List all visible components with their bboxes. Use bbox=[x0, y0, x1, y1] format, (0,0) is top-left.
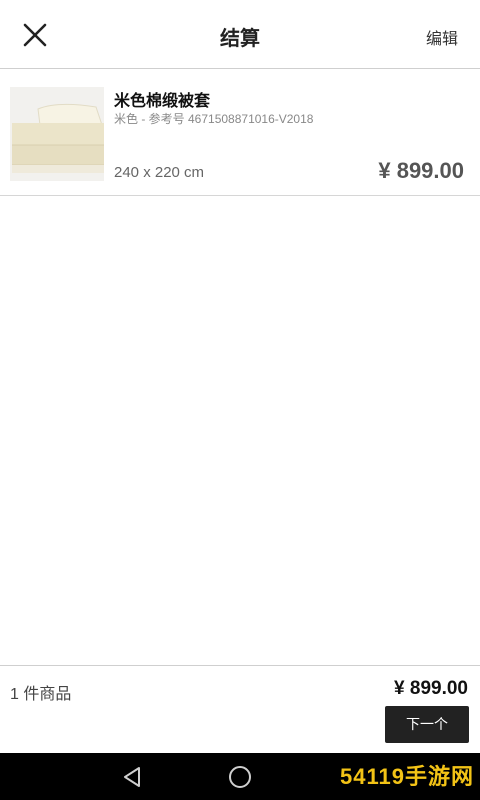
system-nav-bar: 54119手游网 bbox=[0, 753, 480, 800]
product-size: 240 x 220 cm bbox=[114, 164, 205, 181]
home-button[interactable] bbox=[227, 764, 253, 790]
checkout-footer: 1 件商品 ¥ 899.00 下一个 bbox=[0, 665, 480, 753]
next-button[interactable]: 下一个 bbox=[385, 706, 469, 743]
edit-button[interactable]: 编辑 bbox=[426, 25, 458, 49]
top-bar: 结算 编辑 bbox=[0, 0, 480, 69]
item-count: 1 件商品 bbox=[10, 686, 72, 703]
back-triangle-icon bbox=[124, 767, 140, 787]
watermark-logo: 54119手游网 bbox=[340, 764, 474, 789]
back-button[interactable] bbox=[121, 765, 145, 789]
product-name: 米色棉缎被套 bbox=[114, 93, 211, 110]
cart-item[interactable]: 米色棉缎被套 米色 - 参考号 4671508871016-V2018 240 … bbox=[0, 70, 480, 196]
home-circle-icon bbox=[229, 766, 251, 788]
page-title: 结算 bbox=[220, 28, 260, 50]
product-subtitle: 米色 - 参考号 4671508871016-V2018 bbox=[114, 112, 314, 126]
product-price: ¥ 899.00 bbox=[378, 158, 464, 183]
product-image bbox=[10, 87, 104, 181]
total-price: ¥ 899.00 bbox=[394, 678, 468, 699]
